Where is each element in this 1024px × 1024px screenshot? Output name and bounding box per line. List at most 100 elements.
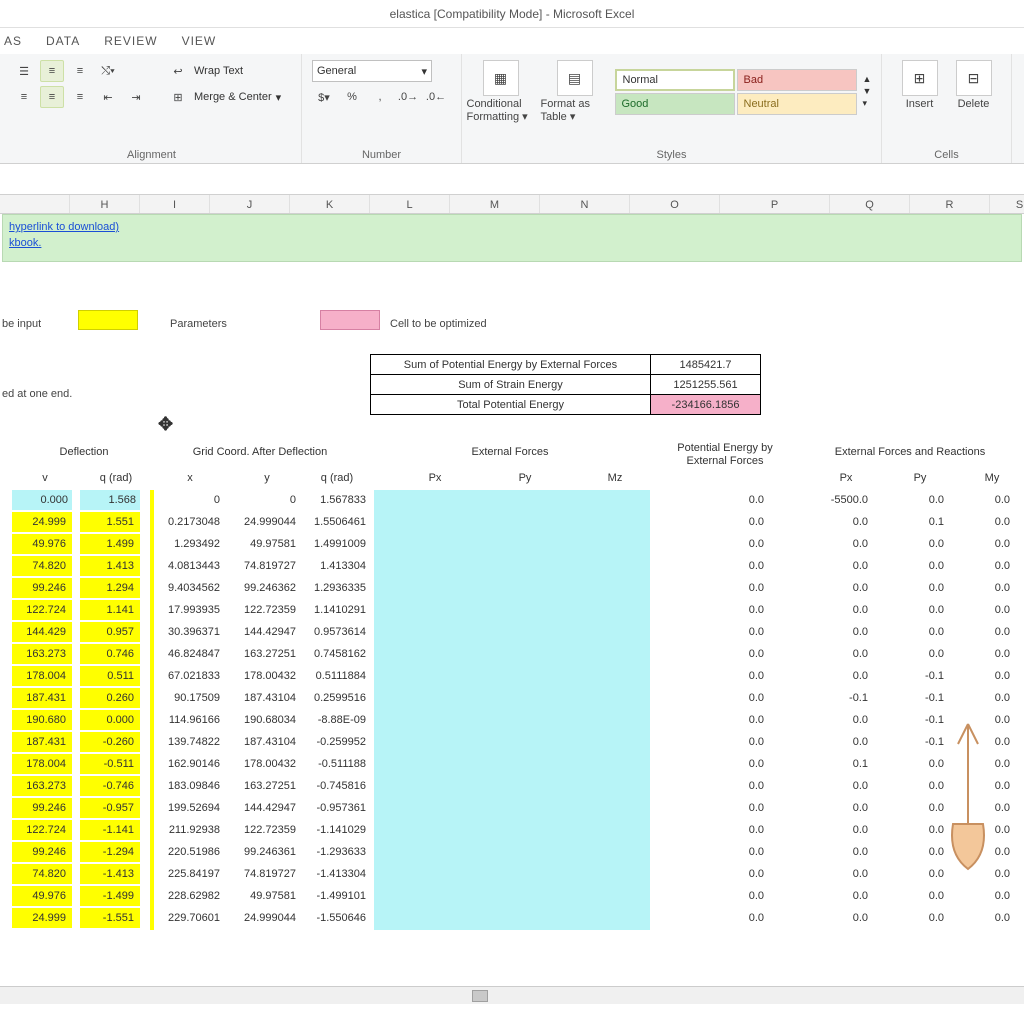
- cell-q2[interactable]: 0.5111884: [306, 666, 372, 686]
- cell-px[interactable]: 0.0: [800, 710, 874, 730]
- cell-q2[interactable]: -1.499101: [306, 886, 372, 906]
- col-J[interactable]: J: [210, 195, 290, 213]
- cell-pe[interactable]: 0.0: [680, 556, 770, 576]
- col-H[interactable]: H: [70, 195, 140, 213]
- cell-py[interactable]: 0.1: [880, 512, 950, 532]
- cell-pe[interactable]: 0.0: [680, 754, 770, 774]
- cell-px[interactable]: 0.0: [800, 776, 874, 796]
- cell-pe[interactable]: 0.0: [680, 666, 770, 686]
- align-left-icon[interactable]: ≡: [12, 86, 36, 108]
- cell-pe[interactable]: 0.0: [680, 490, 770, 510]
- cell-x[interactable]: 1.293492: [154, 534, 226, 554]
- cell-q[interactable]: 1.413: [80, 556, 140, 576]
- scrollbar-thumb[interactable]: [472, 990, 488, 1002]
- cell-v[interactable]: 122.724: [12, 820, 72, 840]
- cell-x[interactable]: 30.396371: [154, 622, 226, 642]
- currency-icon[interactable]: $▾: [312, 86, 336, 108]
- increase-decimal-icon[interactable]: .0→: [396, 86, 420, 108]
- styles-scroll-down-icon[interactable]: ▼: [863, 86, 877, 96]
- cell-y[interactable]: 122.72359: [230, 600, 302, 620]
- align-bottom-icon[interactable]: ≡: [68, 60, 92, 82]
- cell-my[interactable]: 0.0: [956, 732, 1016, 752]
- col-Q[interactable]: Q: [830, 195, 910, 213]
- cell-y[interactable]: 74.819727: [230, 556, 302, 576]
- cell-v[interactable]: 178.004: [12, 666, 72, 686]
- cell-x[interactable]: 229.70601: [154, 908, 226, 928]
- cell-my[interactable]: 0.0: [956, 798, 1016, 818]
- cell-v[interactable]: 0.000: [12, 490, 72, 510]
- tab-data[interactable]: DATA: [46, 34, 80, 48]
- cell-v[interactable]: 99.246: [12, 578, 72, 598]
- hyperlink-kbook[interactable]: kbook.: [9, 237, 41, 249]
- col-S[interactable]: S: [990, 195, 1024, 213]
- orientation-icon[interactable]: ⤭▾: [96, 60, 120, 82]
- delete-button[interactable]: ⊟ Delete: [952, 60, 996, 110]
- cell-px[interactable]: 0.0: [800, 556, 874, 576]
- cell-q2[interactable]: -0.511188: [306, 754, 372, 774]
- cell-px[interactable]: 0.0: [800, 578, 874, 598]
- increase-indent-icon[interactable]: ⇥: [124, 86, 148, 108]
- cell-q2[interactable]: 0.2599516: [306, 688, 372, 708]
- cell-q[interactable]: 0.746: [80, 644, 140, 664]
- cell-q[interactable]: -0.957: [80, 798, 140, 818]
- cell-q2[interactable]: 1.567833: [306, 490, 372, 510]
- cell-py[interactable]: 0.0: [880, 556, 950, 576]
- align-top-icon[interactable]: ☰: [12, 60, 36, 82]
- cell-v[interactable]: 74.820: [12, 864, 72, 884]
- cell-x[interactable]: 220.51986: [154, 842, 226, 862]
- cell-py[interactable]: 0.0: [880, 644, 950, 664]
- cell-v[interactable]: 74.820: [12, 556, 72, 576]
- cell-pe[interactable]: 0.0: [680, 710, 770, 730]
- cell-x[interactable]: 4.0813443: [154, 556, 226, 576]
- styles-scroll-up-icon[interactable]: ▲: [863, 74, 877, 84]
- cell-py[interactable]: -0.1: [880, 666, 950, 686]
- cell-py[interactable]: -0.1: [880, 732, 950, 752]
- cell-my[interactable]: 0.0: [956, 908, 1016, 928]
- cell-q2[interactable]: 0.9573614: [306, 622, 372, 642]
- cell-x[interactable]: 211.92938: [154, 820, 226, 840]
- cell-q[interactable]: -0.260: [80, 732, 140, 752]
- cell-q[interactable]: 1.551: [80, 512, 140, 532]
- cell-my[interactable]: 0.0: [956, 666, 1016, 686]
- cell-my[interactable]: 0.0: [956, 886, 1016, 906]
- cell-py[interactable]: 0.0: [880, 886, 950, 906]
- cell-q2[interactable]: -0.957361: [306, 798, 372, 818]
- cell-pe[interactable]: 0.0: [680, 732, 770, 752]
- cell-py[interactable]: 0.0: [880, 490, 950, 510]
- cell-x[interactable]: 183.09846: [154, 776, 226, 796]
- col-I[interactable]: I: [140, 195, 210, 213]
- cell-x[interactable]: 162.90146: [154, 754, 226, 774]
- cell-q[interactable]: 0.260: [80, 688, 140, 708]
- style-neutral[interactable]: Neutral: [737, 93, 857, 115]
- cell-q2[interactable]: -8.88E-09: [306, 710, 372, 730]
- wrap-text-label[interactable]: Wrap Text: [194, 65, 243, 77]
- cell-pe[interactable]: 0.0: [680, 600, 770, 620]
- cell-v[interactable]: 99.246: [12, 798, 72, 818]
- col-P[interactable]: P: [720, 195, 830, 213]
- cell-x[interactable]: 0: [154, 490, 226, 510]
- col-M[interactable]: M: [450, 195, 540, 213]
- cell-v[interactable]: 163.273: [12, 644, 72, 664]
- cell-q[interactable]: -1.141: [80, 820, 140, 840]
- cell-v[interactable]: 99.246: [12, 842, 72, 862]
- cell-py[interactable]: 0.0: [880, 798, 950, 818]
- col-O[interactable]: O: [630, 195, 720, 213]
- cell-y[interactable]: 187.43104: [230, 688, 302, 708]
- cell-y[interactable]: 0: [230, 490, 302, 510]
- cell-my[interactable]: 0.0: [956, 754, 1016, 774]
- horizontal-scrollbar[interactable]: [0, 986, 1024, 1004]
- cell-y[interactable]: 49.97581: [230, 886, 302, 906]
- percent-icon[interactable]: %: [340, 86, 364, 108]
- col-R[interactable]: R: [910, 195, 990, 213]
- cell-py[interactable]: 0.0: [880, 776, 950, 796]
- cell-q2[interactable]: 1.5506461: [306, 512, 372, 532]
- align-right-icon[interactable]: ≡: [68, 86, 92, 108]
- cell-y[interactable]: 178.00432: [230, 666, 302, 686]
- cell-y[interactable]: 163.27251: [230, 776, 302, 796]
- cell-pe[interactable]: 0.0: [680, 622, 770, 642]
- cell-q[interactable]: 1.141: [80, 600, 140, 620]
- cell-my[interactable]: 0.0: [956, 710, 1016, 730]
- formula-bar[interactable]: [0, 164, 1024, 194]
- cell-v[interactable]: 187.431: [12, 732, 72, 752]
- cell-x[interactable]: 90.17509: [154, 688, 226, 708]
